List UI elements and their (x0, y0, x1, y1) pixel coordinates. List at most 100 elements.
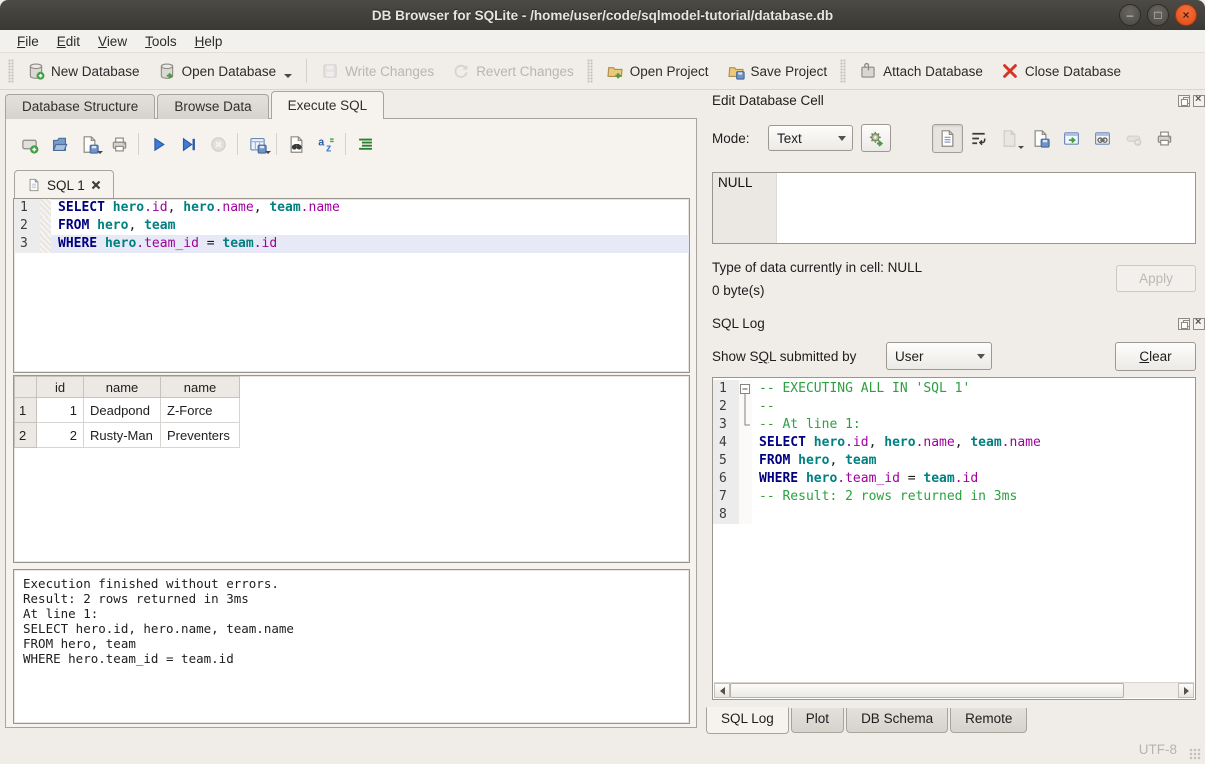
find-icon[interactable] (281, 130, 311, 158)
apply-button[interactable]: Apply (1116, 265, 1196, 292)
cell-size-info: 0 byte(s) (712, 283, 765, 298)
revert-changes-button[interactable]: Revert Changes (443, 57, 583, 85)
toolbar-handle[interactable] (840, 59, 846, 83)
close-database-button[interactable]: Close Database (992, 57, 1130, 85)
format-sql-icon[interactable] (350, 130, 380, 158)
toolbar-handle[interactable] (8, 59, 14, 83)
stop-icon[interactable] (203, 130, 233, 158)
tab-database-structure[interactable]: Database Structure (5, 94, 155, 119)
float-panel-icon[interactable] (1178, 95, 1190, 107)
titlebar[interactable]: DB Browser for SQLite - /home/user/code/… (0, 0, 1205, 30)
float-panel-icon[interactable] (1178, 318, 1190, 330)
print-cell-icon[interactable] (1149, 124, 1180, 153)
line-number: 8 (713, 506, 739, 524)
scroll-right-icon[interactable] (1178, 683, 1194, 698)
code-line: 6WHERE hero.team_id = team.id (713, 470, 1195, 488)
table-cell[interactable]: Deadpond (84, 398, 161, 423)
export-data-icon[interactable] (1025, 124, 1056, 153)
close-panel-icon[interactable] (1193, 318, 1205, 330)
window-controls: – □ × (1119, 4, 1197, 26)
table-cell[interactable]: Preventers (161, 423, 240, 448)
menu-view[interactable]: View (89, 32, 136, 51)
save-project-icon (727, 62, 745, 80)
dock-tab-plot[interactable]: Plot (791, 708, 844, 733)
word-wrap-icon[interactable] (963, 124, 994, 153)
sql-log-view[interactable]: 1-- EXECUTING ALL IN 'SQL 1'2--3-- At li… (712, 377, 1196, 700)
execute-all-icon[interactable] (143, 130, 173, 158)
open-sql-file-icon[interactable] (44, 130, 74, 158)
close-panel-icon[interactable] (1193, 95, 1205, 107)
menu-tools[interactable]: Tools (136, 32, 186, 51)
open-database-button[interactable]: Open Database (149, 57, 302, 85)
new-sql-tab-icon[interactable] (14, 130, 44, 158)
line-number: 5 (713, 452, 739, 470)
open-project-button[interactable]: Open Project (597, 57, 718, 85)
attach-database-button[interactable]: Attach Database (850, 57, 992, 85)
text-view-icon[interactable] (932, 124, 963, 153)
table-cell[interactable]: Rusty-Man (84, 423, 161, 448)
chevron-down-icon[interactable] (284, 74, 292, 78)
table-cell[interactable]: 1 (37, 398, 84, 423)
main-toolbar: New DatabaseOpen Database Write ChangesRe… (0, 53, 1205, 90)
log-horizontal-scrollbar[interactable] (714, 682, 1194, 698)
chevron-down-icon[interactable] (265, 151, 271, 154)
write-changes-button[interactable]: Write Changes (312, 57, 443, 85)
column-header-name-1[interactable]: name (84, 377, 161, 398)
scroll-thumb[interactable] (730, 683, 1124, 698)
corner-header[interactable] (15, 377, 37, 398)
cell-value-editor[interactable]: NULL (712, 172, 1196, 244)
minimize-icon[interactable]: – (1119, 4, 1141, 26)
auto-switch-mode-button[interactable] (861, 124, 891, 152)
close-tab-icon[interactable] (91, 180, 101, 190)
autocomplete-icon[interactable]: az (311, 130, 341, 158)
menu-edit[interactable]: Edit (48, 32, 89, 51)
edit-cell-dock-buttons (1178, 95, 1205, 107)
execute-sql-panel: az SQL 1 1SELECT hero.id, hero.name, tea… (5, 118, 697, 728)
mode-select[interactable]: Text (768, 125, 853, 151)
tab-sql-1[interactable]: SQL 1 (14, 170, 114, 199)
tab-execute-sql[interactable]: Execute SQL (271, 91, 385, 119)
print-sql-icon[interactable] (104, 130, 134, 158)
execution-status: Execution finished without errors. Resul… (13, 569, 690, 724)
table-row: 22Rusty-ManPreventers (15, 423, 240, 448)
sql-tab-label: SQL 1 (47, 178, 85, 193)
code-line: 4SELECT hero.id, hero.name, team.name (713, 434, 1195, 452)
fold-margin (40, 235, 51, 253)
new-database-button[interactable]: New Database (18, 57, 149, 85)
column-header-id-0[interactable]: id (37, 377, 84, 398)
chevron-down-icon[interactable] (97, 151, 103, 154)
save-results-icon[interactable] (242, 130, 272, 158)
copy-link-icon[interactable] (1087, 124, 1118, 153)
maximize-icon[interactable]: □ (1147, 4, 1169, 26)
toolbar-handle[interactable] (587, 59, 593, 83)
dock-tab-db-schema[interactable]: DB Schema (846, 708, 948, 733)
sql-editor[interactable]: 1SELECT hero.id, hero.name, team.name2FR… (13, 198, 690, 373)
open-external-icon[interactable] (1056, 124, 1087, 153)
execute-line-icon[interactable] (173, 130, 203, 158)
save-project-button[interactable]: Save Project (718, 57, 837, 85)
line-number: 2 (14, 217, 40, 235)
table-cell[interactable]: 2 (37, 423, 84, 448)
table-cell[interactable]: Z-Force (161, 398, 240, 423)
dock-tab-remote[interactable]: Remote (950, 708, 1027, 733)
menu-help[interactable]: Help (186, 32, 232, 51)
toolbar-button-label: Attach Database (883, 64, 983, 79)
fold-collapse-icon[interactable] (739, 380, 752, 398)
encoding-indicator[interactable]: UTF-8 (1139, 742, 1177, 757)
resize-grip-icon[interactable] (1189, 748, 1201, 760)
close-icon[interactable]: × (1175, 4, 1197, 26)
chevron-down-icon (838, 136, 846, 141)
scroll-left-icon[interactable] (714, 683, 730, 698)
save-sql-file-icon[interactable] (74, 130, 104, 158)
tab-browse-data[interactable]: Browse Data (157, 94, 268, 119)
column-header-name-2[interactable]: name (161, 377, 240, 398)
toolbar-separator (276, 133, 277, 155)
clear-log-button[interactable]: Clear (1115, 342, 1196, 371)
submitted-by-select[interactable]: User (886, 342, 992, 370)
dock-tab-sql-log[interactable]: SQL Log (706, 707, 789, 734)
set-null-icon[interactable] (1118, 124, 1149, 153)
row-header[interactable]: 2 (15, 423, 37, 448)
menu-file[interactable]: File (8, 32, 48, 51)
row-header[interactable]: 1 (15, 398, 37, 423)
import-data-icon[interactable] (994, 124, 1025, 153)
